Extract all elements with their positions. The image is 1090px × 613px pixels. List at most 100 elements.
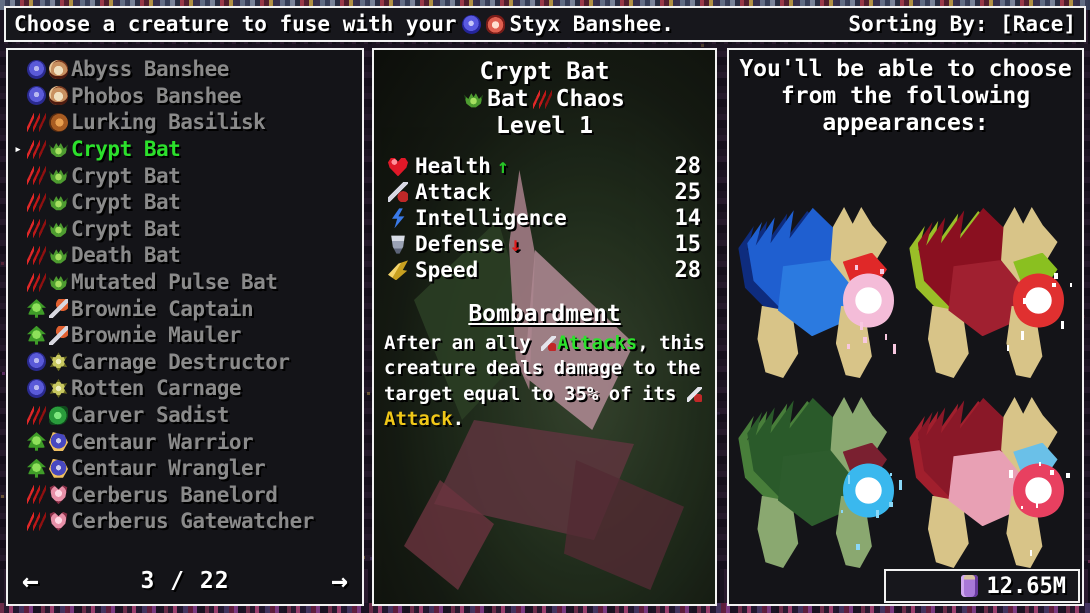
bat-icon: [49, 246, 68, 265]
stat-row: Defense ↓ 15: [384, 231, 705, 257]
list-item-label: Brownie Mauler: [71, 323, 241, 347]
spark-particle: [847, 344, 850, 349]
detail-element-label: Chaos: [556, 86, 625, 112]
spark-particle: [1030, 550, 1032, 556]
chaos-icon: [27, 113, 46, 132]
chaos-icon: [27, 140, 46, 159]
stat-value: 25: [675, 180, 702, 205]
list-item[interactable]: ▸Phobos Banshee: [8, 83, 362, 110]
nature-icon: [27, 459, 46, 478]
spark-particle: [1023, 298, 1026, 304]
stat-modifier-up-icon: ↑: [497, 156, 509, 176]
nature-icon: [27, 299, 46, 318]
creature-list-panel: ▸Abyss Banshee▸Phobos Banshee▸Lurking Ba…: [6, 48, 364, 606]
magic-orb-icon: [1013, 272, 1064, 329]
list-item[interactable]: ▸Crypt Bat: [8, 189, 362, 216]
list-item[interactable]: ▸Mutated Pulse Bat: [8, 269, 362, 296]
carnage-icon: [49, 379, 68, 398]
list-item[interactable]: ▸Cerberus Banelord: [8, 482, 362, 509]
ability-text-part-3: .: [453, 408, 464, 430]
list-item[interactable]: ▸Centaur Warrior: [8, 428, 362, 455]
currency-amount: 12.65M: [987, 574, 1066, 599]
spark-particle: [885, 334, 887, 340]
spark-particle: [899, 480, 902, 490]
magic-orb-icon: [843, 272, 894, 329]
currency-display: 12.65M: [884, 569, 1080, 603]
spark-particle: [890, 473, 892, 476]
lightning-icon: [388, 208, 408, 228]
list-item-label: Carver Sadist: [71, 403, 229, 427]
selection-caret-icon: ▸: [12, 143, 24, 156]
stat-label: Intelligence: [415, 206, 567, 230]
stat-label: Attack: [415, 180, 491, 204]
spark-particle: [855, 265, 858, 270]
cerberus-icon: [49, 485, 68, 504]
abyss-icon: [27, 352, 46, 371]
chaos-icon: [27, 166, 46, 185]
list-item-label: Phobos Banshee: [71, 84, 241, 108]
list-item[interactable]: ▸Cerberus Gatewatcher: [8, 508, 362, 535]
appearance-option[interactable]: [737, 378, 908, 568]
appearance-grid[interactable]: [737, 188, 1078, 568]
partner-creature-name: Styx Banshee.: [510, 14, 674, 35]
list-item-label: Crypt Bat: [71, 217, 180, 241]
centaur-icon: [49, 459, 68, 478]
spark-particle: [1066, 473, 1070, 478]
sorting-indicator[interactable]: Sorting By: [Race]: [848, 14, 1076, 35]
sorting-label: Sorting By: [Race]: [848, 12, 1076, 36]
list-item[interactable]: ▸Carnage Destructor: [8, 349, 362, 376]
ability-keyword-attacks: Attacks: [557, 332, 637, 354]
list-item[interactable]: ▸Crypt Bat: [8, 162, 362, 189]
prev-page-button[interactable]: ←: [22, 567, 39, 595]
stat-label: Defense: [415, 232, 504, 256]
appearances-panel: You'll be able to choose from the follow…: [727, 48, 1084, 606]
stat-label: Speed: [415, 258, 478, 282]
list-item[interactable]: ▸Death Bat: [8, 242, 362, 269]
appearance-option[interactable]: [737, 188, 908, 378]
creature-list[interactable]: ▸Abyss Banshee▸Phobos Banshee▸Lurking Ba…: [8, 50, 362, 535]
appearance-option[interactable]: [908, 188, 1079, 378]
axe-icon: [49, 299, 68, 318]
spark-particle: [1054, 273, 1058, 279]
list-item[interactable]: ▸Rotten Carnage: [8, 375, 362, 402]
chaos-icon: [27, 406, 46, 425]
sword-icon: [687, 387, 702, 402]
bat-icon: [49, 273, 68, 292]
chaos-icon: [27, 485, 46, 504]
list-item-label: Cerberus Gatewatcher: [71, 509, 314, 533]
ability-keyword-attack: Attack: [384, 408, 453, 430]
banshee-face-icon: [486, 15, 505, 34]
next-page-button[interactable]: →: [331, 567, 348, 595]
list-item[interactable]: ▸Lurking Basilisk: [8, 109, 362, 136]
list-item[interactable]: ▸Brownie Captain: [8, 295, 362, 322]
spark-particle: [1052, 283, 1056, 287]
creature-detail-panel: Crypt Bat Bat Chaos Level 1 Health ↑ 28 Att…: [372, 48, 717, 606]
chaos-icon: [27, 273, 46, 292]
list-item[interactable]: ▸Centaur Wrangler: [8, 455, 362, 482]
spark-particle: [848, 475, 850, 484]
list-item-label: Crypt Bat: [71, 137, 180, 161]
detail-level: Level 1: [384, 113, 705, 139]
ability-block: Bombardment After an ally Attacks, this …: [384, 301, 705, 431]
list-item-label: Rotten Carnage: [71, 376, 241, 400]
abyss-icon: [27, 60, 46, 79]
axe-icon: [49, 326, 68, 345]
list-item-label: Brownie Captain: [71, 297, 253, 321]
abyss-orb-icon: [462, 15, 481, 34]
cerberus-icon: [49, 512, 68, 531]
spark-particle: [1070, 283, 1072, 287]
spark-particle: [1021, 506, 1023, 509]
list-item[interactable]: ▸ Crypt Bat: [8, 136, 362, 163]
spark-particle: [876, 510, 879, 518]
list-item[interactable]: ▸Brownie Mauler: [8, 322, 362, 349]
bat-icon: [49, 140, 68, 159]
list-item[interactable]: ▸Crypt Bat: [8, 216, 362, 243]
spark-particle: [889, 502, 893, 507]
detail-race-row: Bat Chaos: [384, 86, 705, 112]
magic-orb-icon: [1013, 462, 1064, 519]
appearance-option[interactable]: [908, 378, 1079, 568]
page-counter: 3 / 22: [140, 568, 229, 594]
list-item[interactable]: ▸Abyss Banshee: [8, 56, 362, 83]
list-item[interactable]: ▸Carver Sadist: [8, 402, 362, 429]
stat-row: Attack 25: [384, 179, 705, 205]
